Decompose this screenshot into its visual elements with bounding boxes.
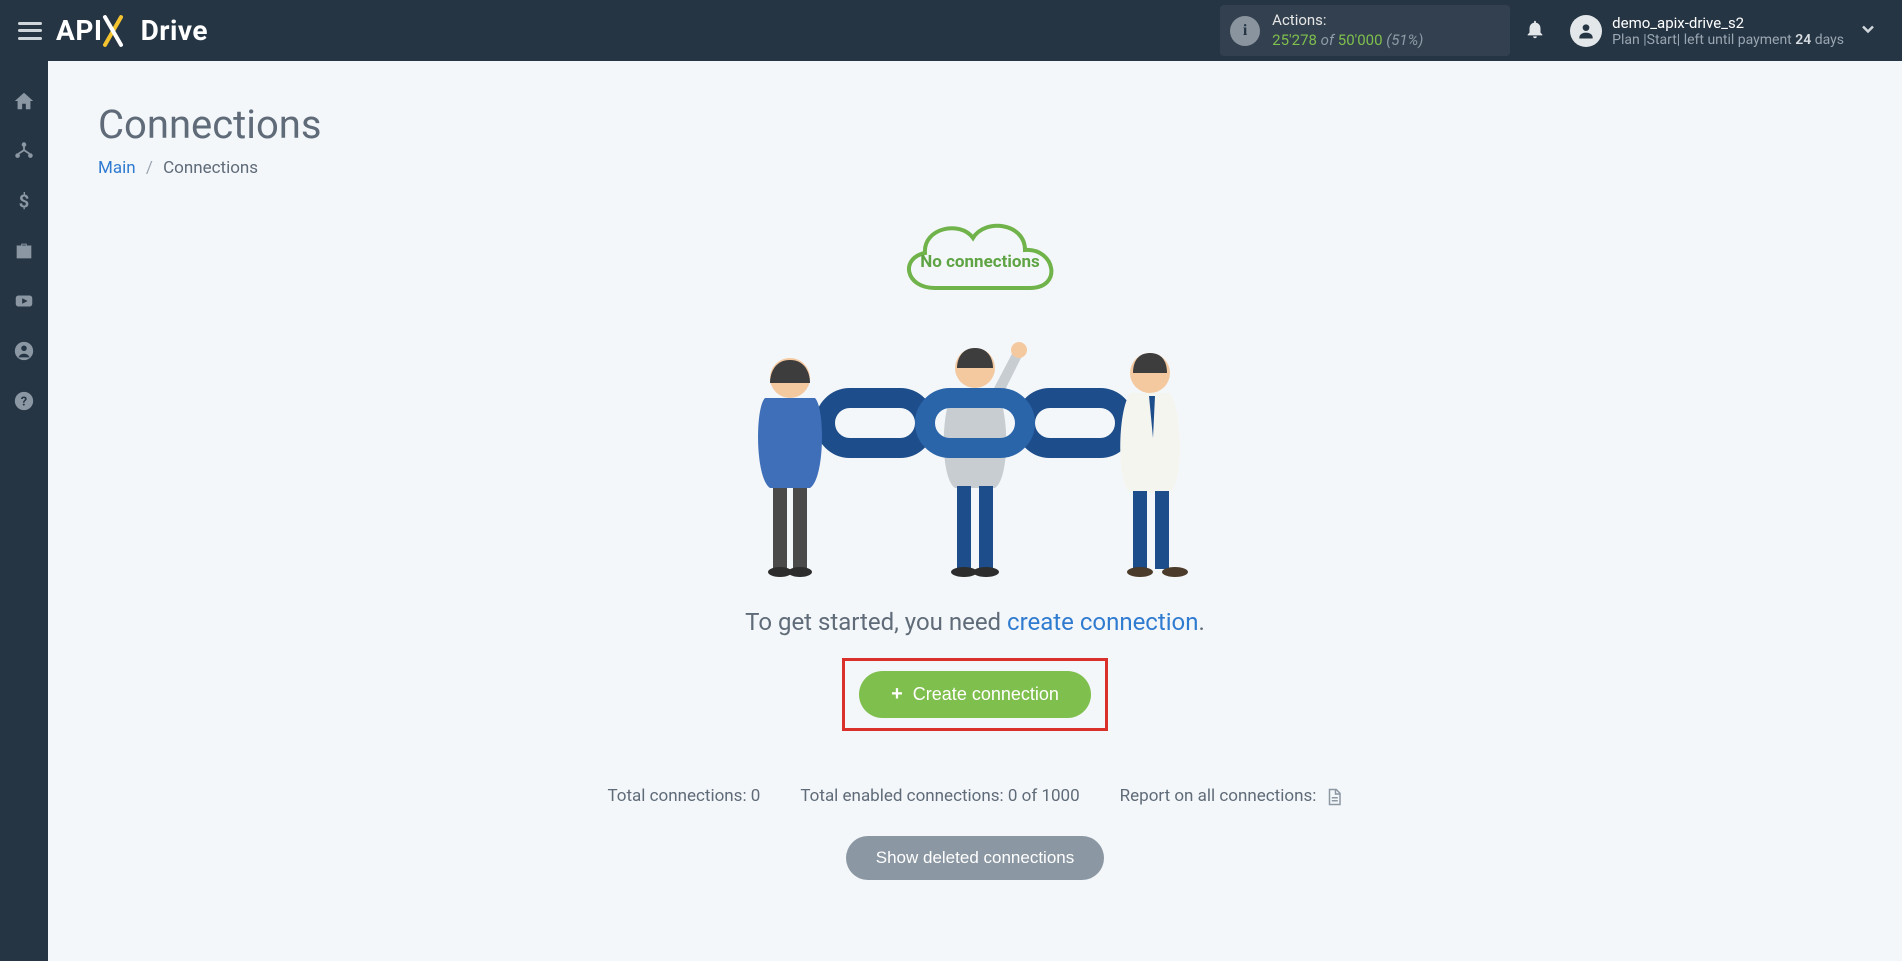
account-menu[interactable]: demo_apix-drive_s2 Plan |Start| left unt… [1570,14,1844,48]
actions-pct: (51%) [1386,31,1423,49]
info-icon: i [1230,16,1260,46]
create-connection-button[interactable]: + Create connection [859,671,1091,718]
video-icon[interactable] [12,289,36,313]
empty-state: No connections [98,208,1852,880]
report-connections[interactable]: Report on all connections: [1120,786,1343,806]
enabled-connections: Total enabled connections: 0 of 1000 [800,786,1079,806]
person-left-icon [735,348,845,578]
actions-used: 25'278 [1272,31,1317,49]
avatar-icon [1570,15,1602,47]
account-plan: Plan |Start| left until payment 24 days [1612,32,1844,48]
sidebar: $ ? [0,61,48,961]
stats-row: Total connections: 0 Total enabled conne… [98,786,1852,806]
page-title: Connections [98,101,1852,148]
svg-text:?: ? [21,395,27,410]
breadcrumb-home[interactable]: Main [98,158,136,178]
actions-box[interactable]: i Actions: 25'278 of 50'000 (51%) [1220,5,1510,56]
actions-label: Actions: [1272,11,1423,31]
actions-of: of [1321,31,1334,49]
topbar: API Drive i Actions: 25'278 of 50'000 (5… [0,0,1902,61]
help-icon[interactable]: ? [12,389,36,413]
account-name: demo_apix-drive_s2 [1612,14,1844,32]
logo[interactable]: API Drive [56,14,208,47]
show-deleted-button[interactable]: Show deleted connections [846,836,1104,880]
document-icon [1325,788,1343,806]
bell-icon[interactable] [1524,18,1546,44]
plus-icon: + [891,683,903,706]
briefcase-icon[interactable] [12,239,36,263]
create-connection-link[interactable]: create connection [1007,608,1198,636]
chevron-down-icon[interactable] [1858,19,1878,43]
person-right-icon [1095,338,1215,578]
main-content: Connections Main / Connections No connec… [48,61,1902,961]
empty-illustration: No connections [725,208,1225,578]
billing-icon[interactable]: $ [12,189,36,213]
menu-toggle[interactable] [18,22,42,40]
actions-total: 50'000 [1338,31,1383,49]
profile-icon[interactable] [12,339,36,363]
total-connections: Total connections: 0 [607,786,760,806]
home-icon[interactable] [12,89,36,113]
highlight-box: + Create connection [842,658,1108,731]
breadcrumb-current: Connections [163,158,258,178]
connections-icon[interactable] [12,139,36,163]
cloud-text: No connections [885,252,1075,272]
start-text: To get started, you need create connecti… [745,608,1205,636]
breadcrumb: Main / Connections [98,158,1852,178]
svg-text:$: $ [19,191,30,212]
